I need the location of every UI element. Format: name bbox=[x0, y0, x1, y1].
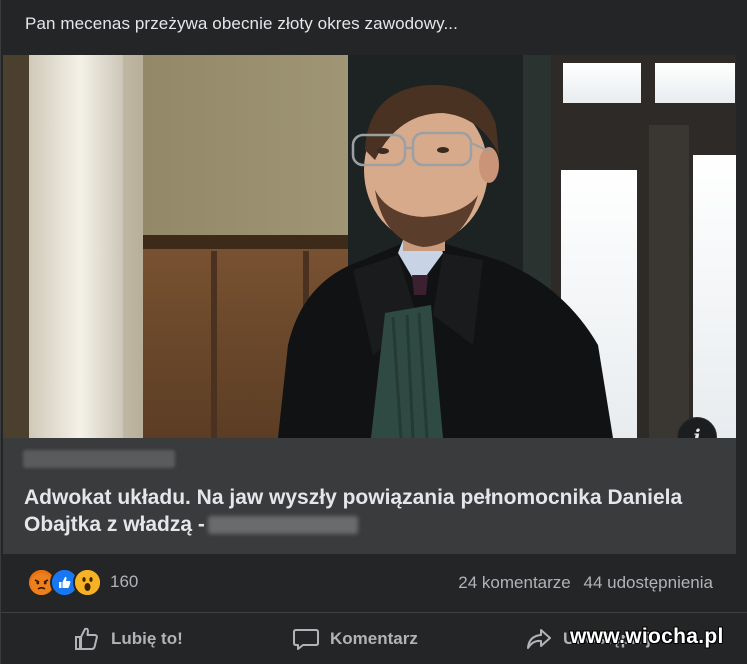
lawyer-photo bbox=[3, 55, 736, 438]
thumbs-up-icon bbox=[75, 627, 98, 650]
comments-count[interactable]: 24 komentarze bbox=[458, 573, 570, 592]
post-text: Pan mecenas przeżywa obecnie złoty okres… bbox=[25, 14, 458, 33]
wow-icon bbox=[73, 567, 102, 597]
engagement-stats: 24 komentarze 44 udostępnienia bbox=[450, 573, 713, 593]
reaction-count[interactable]: 160 bbox=[110, 572, 138, 592]
comment-button-label: Komentarz bbox=[330, 628, 418, 648]
link-preview-box[interactable]: Adwokat układu. Na jaw wyszły powiązania… bbox=[3, 438, 736, 554]
reaction-bar: 160 24 komentarze 44 udostępnienia bbox=[1, 554, 747, 613]
watermark: www.wiocha.pl bbox=[570, 625, 724, 648]
share-icon bbox=[527, 628, 551, 649]
link-title[interactable]: Adwokat układu. Na jaw wyszły powiązania… bbox=[24, 484, 714, 538]
reaction-summary[interactable]: 160 bbox=[27, 567, 138, 597]
link-preview-image[interactable] bbox=[3, 55, 736, 438]
shares-count[interactable]: 44 udostępnienia bbox=[583, 573, 713, 592]
post-card: Pan mecenas przeżywa obecnie złoty okres… bbox=[0, 0, 747, 664]
link-title-source-blurred bbox=[207, 516, 358, 535]
comment-button[interactable]: Komentarz bbox=[292, 613, 418, 664]
like-button[interactable]: Lubię to! bbox=[73, 613, 183, 664]
comment-icon bbox=[293, 628, 319, 650]
link-domain bbox=[23, 450, 175, 468]
like-button-label: Lubię to! bbox=[111, 628, 183, 648]
